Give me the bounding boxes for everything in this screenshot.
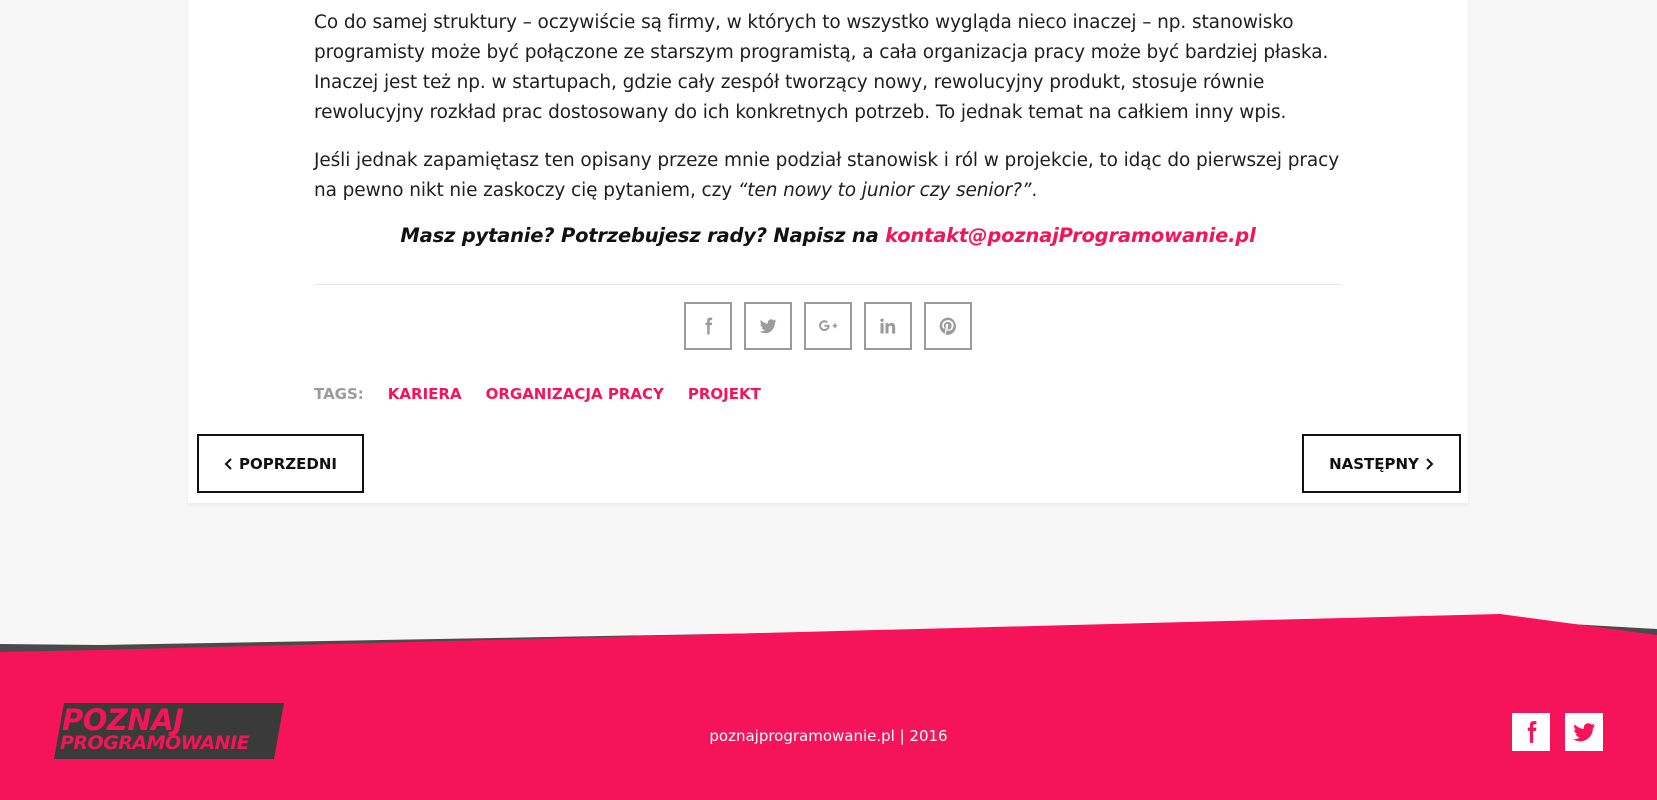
- article-paragraph: Co do samej struktury – oczywiście są fi…: [314, 12, 1329, 123]
- contact-cta: Masz pytanie? Potrzebujesz rady? Napisz …: [314, 224, 1342, 247]
- share-bar: [188, 302, 1468, 350]
- google-plus-icon: [819, 320, 838, 331]
- footer-facebook-link[interactable]: [1512, 713, 1550, 751]
- chevron-right-icon: [1426, 457, 1434, 470]
- next-post-button[interactable]: NASTĘPNY: [1302, 434, 1461, 493]
- footer-copyright: poznajprogramowanie.pl | 2016: [709, 727, 948, 745]
- share-facebook-button[interactable]: [684, 302, 732, 350]
- share-divider: [314, 284, 1342, 285]
- tag-link-projekt[interactable]: PROJEKT: [688, 385, 761, 403]
- cta-text: Masz pytanie? Potrzebujesz rady? Napisz …: [400, 224, 886, 247]
- share-google-plus-button[interactable]: [804, 302, 852, 350]
- contact-email-link[interactable]: kontakt@poznajProgramowanie.pl: [885, 224, 1256, 247]
- twitter-icon: [759, 319, 777, 334]
- facebook-icon: [1527, 721, 1537, 743]
- share-twitter-button[interactable]: [744, 302, 792, 350]
- facebook-icon: [705, 317, 713, 335]
- share-linkedin-button[interactable]: [864, 302, 912, 350]
- tag-link-kariera[interactable]: KARIERA: [388, 385, 462, 403]
- tags-label: TAGS:: [314, 385, 364, 403]
- footer-twitter-link[interactable]: [1565, 713, 1603, 751]
- article-closing-paragraph: Jeśli jednak zapamiętasz ten opisany prz…: [314, 146, 1342, 206]
- linkedin-icon: [880, 318, 896, 334]
- tag-link-organizacja-pracy[interactable]: ORGANIZACJA PRACY: [486, 385, 664, 403]
- pinterest-icon: [939, 317, 956, 335]
- site-footer: POZNAJ PROGRAMOWANIE poznajprogramowanie…: [0, 600, 1657, 800]
- share-pinterest-button[interactable]: [924, 302, 972, 350]
- article-card: Co do samej struktury – oczywiście są fi…: [188, 0, 1468, 503]
- closing-end: .: [1031, 180, 1038, 201]
- tags-row: TAGS: KARIERA ORGANIZACJA PRACY PROJEKT: [314, 385, 761, 403]
- twitter-icon: [1573, 723, 1595, 742]
- article-body: Co do samej struktury – oczywiście są fi…: [314, 8, 1342, 247]
- chevron-left-icon: [224, 457, 232, 470]
- previous-post-label: POPRZEDNI: [239, 454, 337, 473]
- next-post-label: NASTĘPNY: [1329, 454, 1419, 473]
- footer-band: [0, 614, 1657, 800]
- previous-post-button[interactable]: POPRZEDNI: [197, 434, 364, 493]
- closing-quote: “ten nowy to junior czy senior?”: [737, 180, 1032, 201]
